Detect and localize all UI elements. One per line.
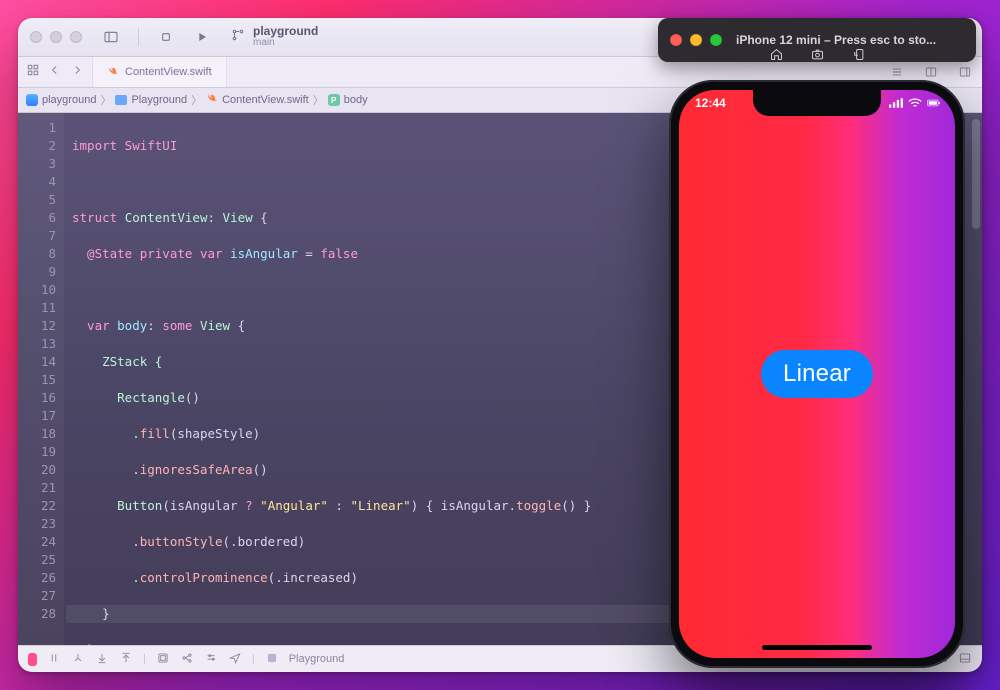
simulator-screen[interactable]: 12:44 Linear xyxy=(679,90,955,658)
simulator-title: iPhone 12 mini – Press esc to sto... xyxy=(736,33,964,47)
step-over-button[interactable] xyxy=(95,651,109,668)
iphone-device-frame: 12:44 Linear xyxy=(669,80,965,668)
step-in-button[interactable] xyxy=(119,651,133,668)
battery-icon xyxy=(927,98,941,108)
breadcrumb-folder[interactable]: Playground xyxy=(131,94,187,106)
process-icon xyxy=(265,651,279,668)
tab-contentview[interactable]: ContentView.swift xyxy=(92,57,227,87)
tab-filename: ContentView.swift xyxy=(125,66,212,78)
line-gutter: 1234567891011121314151617181920212223242… xyxy=(18,113,64,645)
nav-forward-button[interactable] xyxy=(70,63,84,82)
sim-close-dot[interactable] xyxy=(670,34,682,46)
simulator-window: iPhone 12 mini – Press esc to sto... 12:… xyxy=(658,18,976,668)
breadcrumb-symbol[interactable]: body xyxy=(344,94,368,106)
nav-back-button[interactable] xyxy=(48,63,62,82)
continue-button[interactable] xyxy=(71,651,85,668)
app-icon xyxy=(26,94,38,106)
environment-button[interactable] xyxy=(204,651,218,668)
property-icon: P xyxy=(328,94,340,106)
toggle-navigator-button[interactable] xyxy=(98,25,124,49)
breakpoint-toggle[interactable] xyxy=(28,653,37,666)
zoom-dot[interactable] xyxy=(70,31,82,43)
related-items-icon[interactable] xyxy=(26,63,40,82)
pause-button[interactable] xyxy=(47,651,61,668)
breadcrumb-file[interactable]: ContentView.swift xyxy=(222,94,309,106)
branch-icon xyxy=(231,28,245,47)
minimize-dot[interactable] xyxy=(50,31,62,43)
breadcrumb-project[interactable]: playground xyxy=(42,94,96,106)
cellular-icon xyxy=(889,98,903,108)
code-content[interactable]: import SwiftUI struct ContentView: View … xyxy=(64,113,724,645)
swift-file-icon xyxy=(107,66,119,78)
run-button[interactable] xyxy=(189,25,215,49)
device-notch xyxy=(753,90,881,116)
close-dot[interactable] xyxy=(30,31,42,43)
status-bar-time: 12:44 xyxy=(695,96,726,110)
scheme-selector[interactable]: playground main xyxy=(231,25,318,48)
wifi-icon xyxy=(908,98,922,108)
sim-zoom-dot[interactable] xyxy=(710,34,722,46)
status-bar-right xyxy=(889,98,941,108)
folder-icon xyxy=(115,95,127,105)
swift-file-icon xyxy=(206,93,218,108)
window-traffic-lights[interactable] xyxy=(30,31,82,43)
debug-view-button[interactable] xyxy=(156,651,170,668)
screenshot-icon[interactable] xyxy=(810,47,825,65)
location-button[interactable] xyxy=(228,651,242,668)
process-name[interactable]: Playground xyxy=(289,653,345,665)
home-indicator[interactable] xyxy=(762,645,872,650)
scheme-branch: main xyxy=(253,38,318,49)
stop-button[interactable] xyxy=(153,25,179,49)
memory-graph-button[interactable] xyxy=(180,651,194,668)
rotate-icon[interactable] xyxy=(851,47,866,65)
simulator-titlebar[interactable]: iPhone 12 mini – Press esc to sto... xyxy=(658,18,976,62)
linear-button[interactable]: Linear xyxy=(761,350,873,398)
home-button-icon[interactable] xyxy=(769,47,784,65)
sim-minimize-dot[interactable] xyxy=(690,34,702,46)
